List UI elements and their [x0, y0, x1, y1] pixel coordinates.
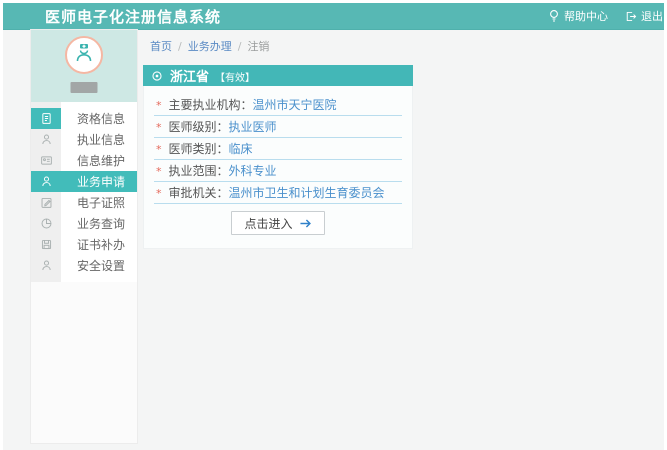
sidebar-menu: 资格信息 执业信息 信息维护 业务申请 电子证照 业务查询 证书补办 安全设置: [31, 102, 137, 282]
lightbulb-icon: [548, 9, 560, 23]
avatar[interactable]: [65, 36, 103, 74]
field-value-link[interactable]: 温州市卫生和计划生育委员会: [229, 184, 385, 201]
required-marker: *: [156, 143, 162, 156]
breadcrumb: 首页 / 业务办理 / 注销: [150, 38, 269, 54]
breadcrumb-separator: /: [237, 39, 242, 53]
person-icon: [31, 129, 61, 150]
help-center-link[interactable]: 帮助中心: [548, 8, 608, 24]
sidebar-item-certificate-reissue[interactable]: 证书补办: [31, 234, 137, 255]
sidebar-item-label: 业务申请: [77, 175, 126, 189]
help-center-label: 帮助中心: [564, 10, 608, 23]
sidebar-item-practice-info[interactable]: 执业信息: [31, 129, 137, 150]
field-physician-category: * 医师类别： 临床: [154, 138, 402, 160]
sidebar-item-business-query[interactable]: 业务查询: [31, 213, 137, 234]
field-physician-level: * 医师级别： 执业医师: [154, 116, 402, 138]
field-approval-authority: * 审批机关： 温州市卫生和计划生育委员会: [154, 182, 402, 204]
button-row: 点击进入: [154, 211, 402, 235]
sidebar-item-electronic-license[interactable]: 电子证照: [31, 192, 137, 213]
field-value-link[interactable]: 执业医师: [229, 118, 277, 135]
region-name: 浙江省: [170, 70, 210, 85]
sidebar-item-label: 执业信息: [77, 133, 126, 147]
sidebar-item-label: 电子证照: [77, 196, 126, 210]
sidebar: 资格信息 执业信息 信息维护 业务申请 电子证照 业务查询 证书补办 安全设置: [31, 30, 137, 443]
sidebar-item-qualification-info[interactable]: 资格信息: [31, 108, 137, 129]
app-title: 医师电子化注册信息系统: [45, 7, 222, 26]
field-label: 审批机关：: [168, 186, 229, 200]
person-icon: [31, 171, 61, 192]
breadcrumb-current: 注销: [247, 40, 270, 53]
user-name-redacted: [70, 82, 98, 93]
sidebar-empty-area: [31, 282, 137, 443]
field-value-link[interactable]: 温州市天宁医院: [253, 96, 337, 113]
field-label: 医师类别：: [168, 142, 229, 156]
person-icon: [31, 255, 61, 276]
user-panel: [31, 30, 137, 102]
sidebar-item-label: 业务查询: [77, 217, 126, 231]
field-value-link[interactable]: 外科专业: [229, 162, 277, 179]
field-label: 执业范围：: [168, 164, 229, 178]
breadcrumb-home[interactable]: 首页: [150, 38, 172, 54]
required-marker: *: [156, 165, 162, 178]
status-badge: 【有效】: [215, 72, 256, 84]
sidebar-item-label: 信息维护: [77, 154, 126, 168]
field-label: 医师级别：: [168, 120, 229, 134]
logout-link[interactable]: 退出: [624, 8, 663, 24]
topbar-actions: 帮助中心 退出: [548, 8, 664, 24]
breadcrumb-separator: /: [178, 39, 182, 53]
required-marker: *: [156, 99, 162, 112]
document-icon: [31, 108, 61, 129]
sidebar-item-security-settings[interactable]: 安全设置: [31, 255, 137, 276]
field-label: 主要执业机构：: [168, 98, 253, 112]
field-value-link[interactable]: 临床: [229, 140, 253, 157]
sidebar-item-info-maintenance[interactable]: 信息维护: [31, 150, 137, 171]
sidebar-item-business-application[interactable]: 业务申请: [31, 171, 137, 192]
registration-card: 浙江省 【有效】 * 主要执业机构： 温州市天宁医院 * 医师级别： 执业医师 …: [143, 65, 413, 249]
enter-button-label: 点击进入: [244, 216, 293, 231]
required-marker: *: [156, 187, 162, 200]
field-main-institution: * 主要执业机构： 温州市天宁医院: [154, 94, 402, 116]
breadcrumb-business-handling[interactable]: 业务办理: [188, 38, 232, 54]
field-practice-scope: * 执业范围： 外科专业: [154, 160, 402, 182]
sidebar-item-label: 证书补办: [77, 238, 126, 252]
sidebar-item-label: 资格信息: [77, 112, 126, 126]
logout-label: 退出: [641, 10, 663, 23]
logout-icon: [624, 10, 637, 23]
pie-chart-icon: [31, 213, 61, 234]
required-marker: *: [156, 121, 162, 134]
app-window: 医师电子化注册信息系统 帮助中心 退出 资格信息 执业信息 信息维护 业务申请 …: [3, 3, 664, 450]
enter-button[interactable]: 点击进入: [231, 211, 325, 235]
floppy-icon: [31, 234, 61, 255]
edit-square-icon: [31, 192, 61, 213]
registration-card-body: * 主要执业机构： 温州市天宁医院 * 医师级别： 执业医师 * 医师类别： 临…: [143, 86, 413, 249]
arrow-right-icon: [299, 218, 312, 229]
doctor-avatar-icon: [72, 41, 96, 69]
content-region: 资格信息 执业信息 信息维护 业务申请 电子证照 业务查询 证书补办 安全设置 …: [3, 30, 664, 450]
location-pin-icon: [151, 70, 163, 82]
registration-card-header: 浙江省 【有效】: [143, 65, 413, 86]
sidebar-item-label: 安全设置: [77, 259, 126, 273]
id-card-icon: [31, 150, 61, 171]
top-header-bar: 医师电子化注册信息系统 帮助中心 退出: [3, 3, 664, 30]
